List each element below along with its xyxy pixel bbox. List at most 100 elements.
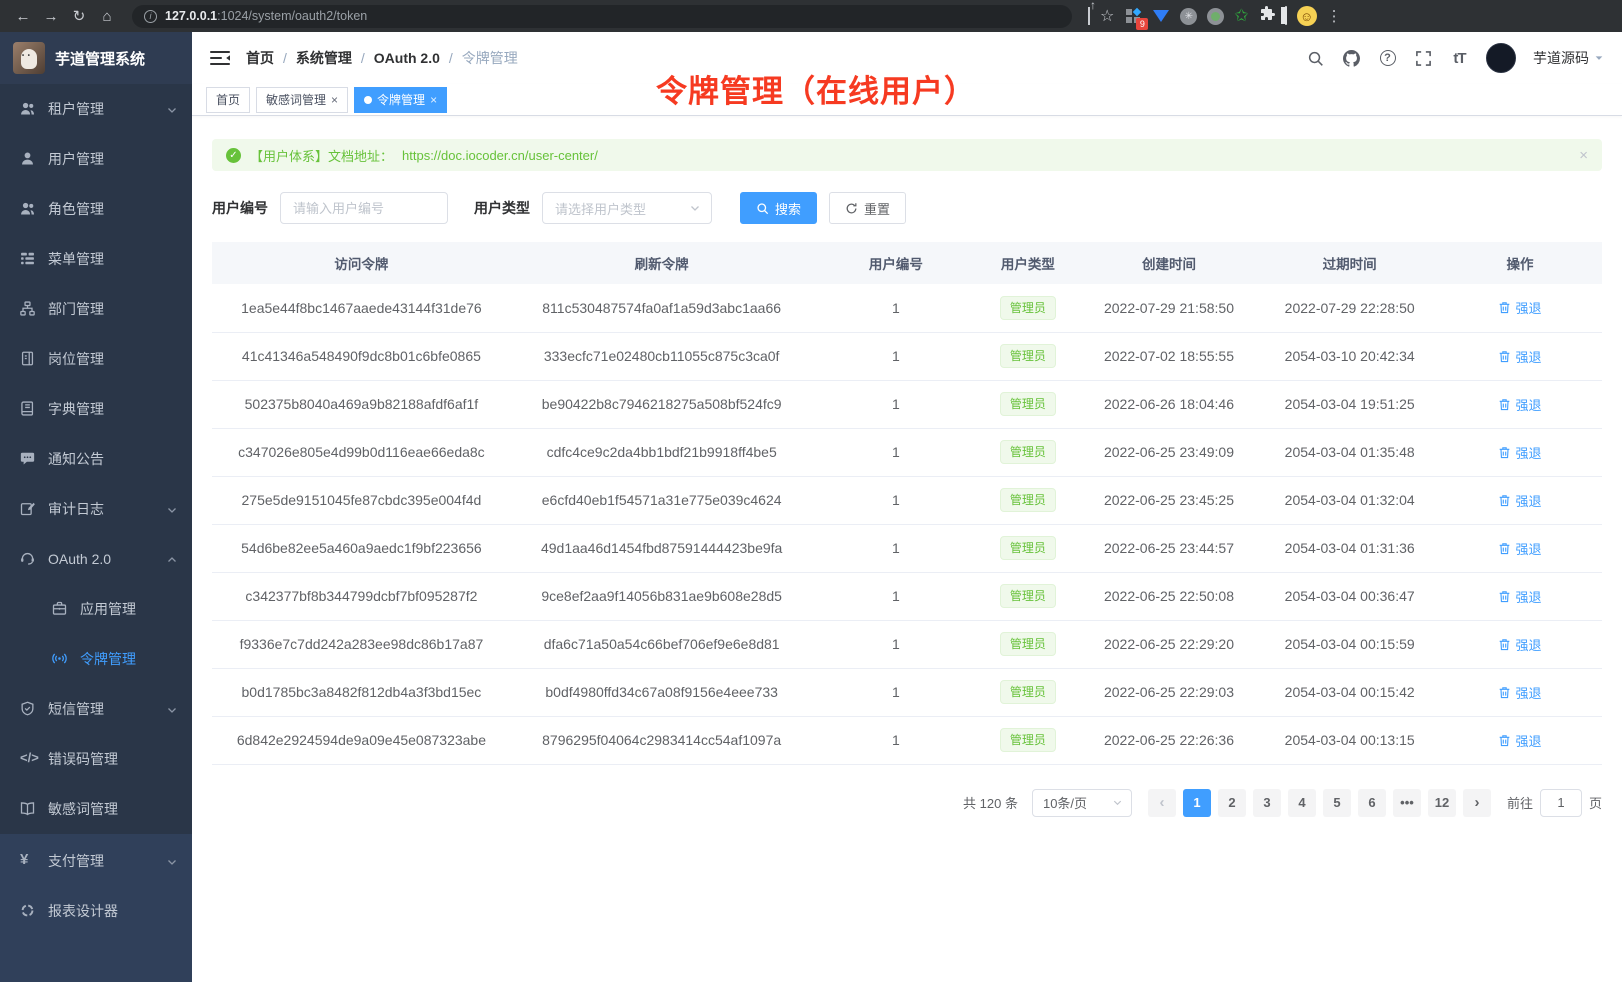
table-row: 6d842e2924594de9a09e45e087323abe8796295f… [212, 716, 1602, 764]
breadcrumb-item[interactable]: 首页 [246, 48, 274, 68]
sidebar-item-menu[interactable]: 菜单管理 [0, 234, 192, 284]
page-button-6[interactable]: 6 [1358, 789, 1386, 817]
action-cell: 强退 [1438, 620, 1602, 668]
force-logout-label: 强退 [1515, 298, 1541, 317]
browser-forward-icon[interactable]: → [38, 3, 64, 29]
sidebar-item-errcode[interactable]: </>错误码管理 [0, 734, 192, 784]
browser-profile-avatar[interactable]: ☺ [1297, 6, 1317, 26]
action-cell: 强退 [1438, 284, 1602, 332]
sidebar-item-oauth-app[interactable]: 应用管理 [0, 584, 192, 634]
access-token-cell: 275e5de9151045fe87cbdc395e004f4d [212, 476, 511, 524]
extension-circle-icon[interactable]: ✳ [1180, 8, 1197, 25]
user-type-select[interactable]: 请选择用户类型 [542, 192, 712, 224]
breadcrumb-item[interactable]: 系统管理 [296, 48, 352, 68]
sidebar-item-label: OAuth 2.0 [48, 551, 111, 567]
search-button[interactable]: 搜索 [740, 192, 817, 224]
sidebar-item-oauth[interactable]: OAuth 2.0 [0, 534, 192, 584]
page-button-5[interactable]: 5 [1323, 789, 1351, 817]
share-icon[interactable] [1088, 7, 1090, 25]
user-type-cell: 管理员 [979, 428, 1076, 476]
user-type-badge: 管理员 [1000, 680, 1056, 704]
user-menu[interactable]: 芋道源码 [1533, 48, 1604, 68]
goto-page-input[interactable] [1540, 789, 1582, 817]
alert-doc-link[interactable]: https://doc.iocoder.cn/user-center/ [402, 148, 598, 163]
extension-recorder-icon[interactable] [1207, 8, 1224, 25]
fullscreen-icon[interactable] [1414, 49, 1433, 68]
sidebar-item-audit[interactable]: 审计日志 [0, 484, 192, 534]
page-button-3[interactable]: 3 [1253, 789, 1281, 817]
access-token-cell: b0d1785bc3a8482f812db4a3f3bd15ec [212, 668, 511, 716]
user-id-cell: 1 [812, 476, 979, 524]
force-logout-button[interactable]: 强退 [1498, 539, 1541, 558]
more-pages-button[interactable]: ••• [1393, 789, 1421, 817]
sidebar-item-role[interactable]: 角色管理 [0, 184, 192, 234]
search-button-label: 搜索 [775, 199, 801, 218]
force-logout-button[interactable]: 强退 [1498, 587, 1541, 606]
access-token-cell: 1ea5e44f8bc1467aaede43144f31de76 [212, 284, 511, 332]
tab-close-icon[interactable]: × [430, 93, 437, 107]
sidebar-item-user[interactable]: 用户管理 [0, 134, 192, 184]
page-button-12[interactable]: 12 [1428, 789, 1456, 817]
sidebar-item-sensitive[interactable]: 敏感词管理 [0, 784, 192, 834]
sidebar-item-dict[interactable]: 字典管理 [0, 384, 192, 434]
chevron-down-icon [166, 855, 178, 867]
tab-close-icon[interactable]: × [331, 93, 338, 107]
sidebar-item-label: 支付管理 [48, 851, 104, 871]
tab-token[interactable]: 令牌管理× [354, 87, 447, 113]
sidebar-item-tenant[interactable]: 租户管理 [0, 84, 192, 134]
search-icon[interactable] [1306, 49, 1325, 68]
trash-icon [1498, 590, 1511, 603]
created-at-cell: 2022-06-25 22:50:08 [1077, 572, 1262, 620]
next-page-button[interactable]: › [1463, 789, 1491, 817]
collapse-sidebar-icon[interactable] [210, 50, 230, 66]
extension-star-icon[interactable]: ✩ [1234, 6, 1248, 26]
doc-alert: ✓ 【用户体系】文档地址： https://doc.iocoder.cn/use… [212, 139, 1602, 171]
force-logout-button[interactable]: 强退 [1498, 395, 1541, 414]
sidebar-item-sms[interactable]: 短信管理 [0, 684, 192, 734]
extension-tampermonkey-icon[interactable]: 9 [1124, 7, 1142, 25]
sidebar-item-post[interactable]: 岗位管理 [0, 334, 192, 384]
browser-reload-icon[interactable]: ↻ [66, 3, 92, 29]
force-logout-button[interactable]: 强退 [1498, 443, 1541, 462]
force-logout-button[interactable]: 强退 [1498, 731, 1541, 750]
sidebar-item-oauth-token[interactable]: 令牌管理 [0, 634, 192, 684]
github-icon[interactable] [1342, 49, 1361, 68]
force-logout-button[interactable]: 强退 [1498, 635, 1541, 654]
breadcrumb-item[interactable]: OAuth 2.0 [374, 50, 440, 66]
page-button-4[interactable]: 4 [1288, 789, 1316, 817]
user-avatar[interactable] [1486, 43, 1516, 73]
prev-page-button[interactable]: ‹ [1148, 789, 1176, 817]
sidebar-item-pay[interactable]: ¥支付管理 [0, 836, 192, 886]
trash-icon [1498, 638, 1511, 651]
browser-menu-icon[interactable]: ⋮ [1327, 7, 1343, 25]
address-bar[interactable]: i 127.0.0.1:1024/system/oauth2/token [132, 5, 1072, 28]
browser-back-icon[interactable]: ← [10, 3, 36, 29]
sidebar-item-notice[interactable]: 通知公告 [0, 434, 192, 484]
bookmark-star-icon[interactable]: ☆ [1100, 6, 1114, 26]
page-size-select[interactable]: 10条/页 [1032, 789, 1132, 817]
user-type-cell: 管理员 [979, 620, 1076, 668]
browser-home-icon[interactable]: ⌂ [94, 3, 120, 29]
extension-gem-icon[interactable] [1152, 7, 1170, 25]
app-logo[interactable]: 芋道管理系统 [0, 32, 192, 84]
force-logout-button[interactable]: 强退 [1498, 683, 1541, 702]
sidebar-item-label: 报表设计器 [48, 901, 118, 921]
sidebar-item-dept[interactable]: 部门管理 [0, 284, 192, 334]
force-logout-button[interactable]: 强退 [1498, 491, 1541, 510]
access-token-cell: 54d6be82ee5a460a9aedc1f9bf223656 [212, 524, 511, 572]
tab-sensitive[interactable]: 敏感词管理× [256, 87, 348, 113]
reset-button[interactable]: 重置 [829, 192, 906, 224]
page-button-1[interactable]: 1 [1183, 789, 1211, 817]
extensions-puzzle-icon[interactable] [1259, 6, 1275, 27]
sidebar-item-report[interactable]: 报表设计器 [0, 886, 192, 936]
side-panel-icon[interactable] [1285, 7, 1287, 25]
font-size-icon[interactable]: tT [1450, 49, 1469, 68]
alert-close-icon[interactable]: × [1579, 147, 1588, 164]
help-question-icon[interactable]: ? [1378, 49, 1397, 68]
tab-home[interactable]: 首页 [206, 87, 250, 113]
site-info-icon[interactable]: i [144, 10, 157, 23]
force-logout-button[interactable]: 强退 [1498, 298, 1541, 317]
force-logout-button[interactable]: 强退 [1498, 347, 1541, 366]
user-id-input[interactable] [280, 192, 448, 224]
page-button-2[interactable]: 2 [1218, 789, 1246, 817]
